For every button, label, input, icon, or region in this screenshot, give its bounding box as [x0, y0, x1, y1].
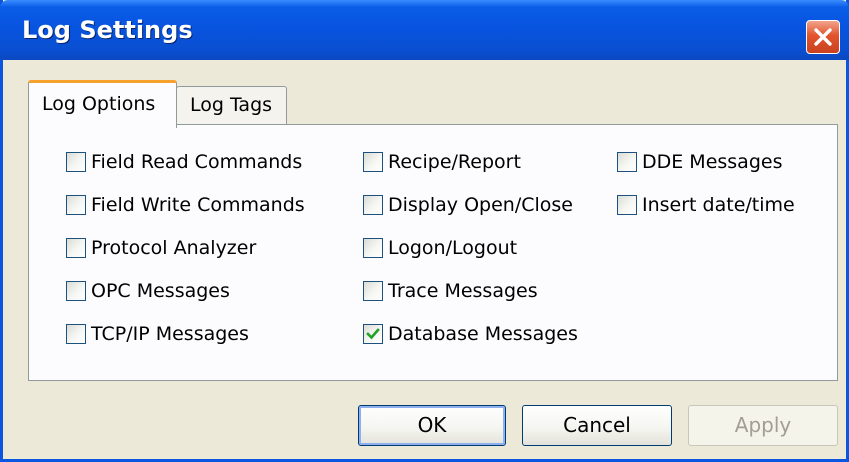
ok-button[interactable]: OK [358, 405, 506, 446]
checkbox-opc-messages[interactable]: OPC Messages [66, 276, 230, 306]
checkbox-label: DDE Messages [642, 151, 783, 173]
checkbox-box[interactable] [363, 324, 383, 344]
checkbox-logon-logout[interactable]: Logon/Logout [363, 233, 517, 263]
checkbox-tcpip-messages[interactable]: TCP/IP Messages [66, 319, 249, 349]
checkbox-database-messages[interactable]: Database Messages [363, 319, 578, 349]
checkbox-label: Logon/Logout [388, 237, 518, 259]
close-icon [814, 28, 832, 46]
checkbox-box[interactable] [363, 152, 383, 172]
tab-label: Log Options [42, 93, 156, 115]
checkbox-field-read-commands[interactable]: Field Read Commands [66, 147, 302, 177]
checkbox-label: Recipe/Report [388, 151, 521, 173]
checkbox-label: OPC Messages [91, 280, 230, 302]
apply-button[interactable]: Apply [688, 405, 838, 446]
checkbox-label: Field Read Commands [91, 151, 303, 173]
tab-label: Log Tags [190, 94, 273, 116]
checkbox-label: Field Write Commands [91, 194, 305, 216]
checkbox-box[interactable] [617, 152, 637, 172]
checkbox-box[interactable] [66, 195, 86, 215]
cancel-button[interactable]: Cancel [522, 405, 672, 446]
checkbox-field-write-commands[interactable]: Field Write Commands [66, 190, 305, 220]
tab-log-tags[interactable]: Log Tags [176, 86, 287, 124]
checkbox-label: Trace Messages [388, 280, 538, 302]
window-title: Log Settings [22, 16, 193, 44]
checkbox-dde-messages[interactable]: DDE Messages [617, 147, 782, 177]
checkbox-box[interactable] [66, 152, 86, 172]
tab-log-options[interactable]: Log Options [28, 80, 177, 128]
checkbox-box[interactable] [617, 195, 637, 215]
checkbox-label: Insert date/time [642, 194, 795, 216]
close-button[interactable] [806, 20, 840, 54]
checkbox-box[interactable] [66, 238, 86, 258]
checkbox-label: Database Messages [388, 323, 578, 345]
checkbox-box[interactable] [363, 281, 383, 301]
checkbox-box[interactable] [66, 324, 86, 344]
checkbox-box[interactable] [66, 281, 86, 301]
checkbox-box[interactable] [363, 238, 383, 258]
checkbox-display-open-close[interactable]: Display Open/Close [363, 190, 573, 220]
checkbox-trace-messages[interactable]: Trace Messages [363, 276, 538, 306]
checkbox-label: Display Open/Close [388, 194, 573, 216]
checkmark-icon [366, 328, 380, 340]
checkbox-protocol-analyzer[interactable]: Protocol Analyzer [66, 233, 256, 263]
checkbox-recipe-report[interactable]: Recipe/Report [363, 147, 521, 177]
title-bar[interactable]: Log Settings [0, 0, 849, 60]
checkbox-label: TCP/IP Messages [91, 323, 249, 345]
checkbox-insert-date-time[interactable]: Insert date/time [617, 190, 795, 220]
checkbox-label: Protocol Analyzer [91, 237, 257, 259]
checkbox-box[interactable] [363, 195, 383, 215]
